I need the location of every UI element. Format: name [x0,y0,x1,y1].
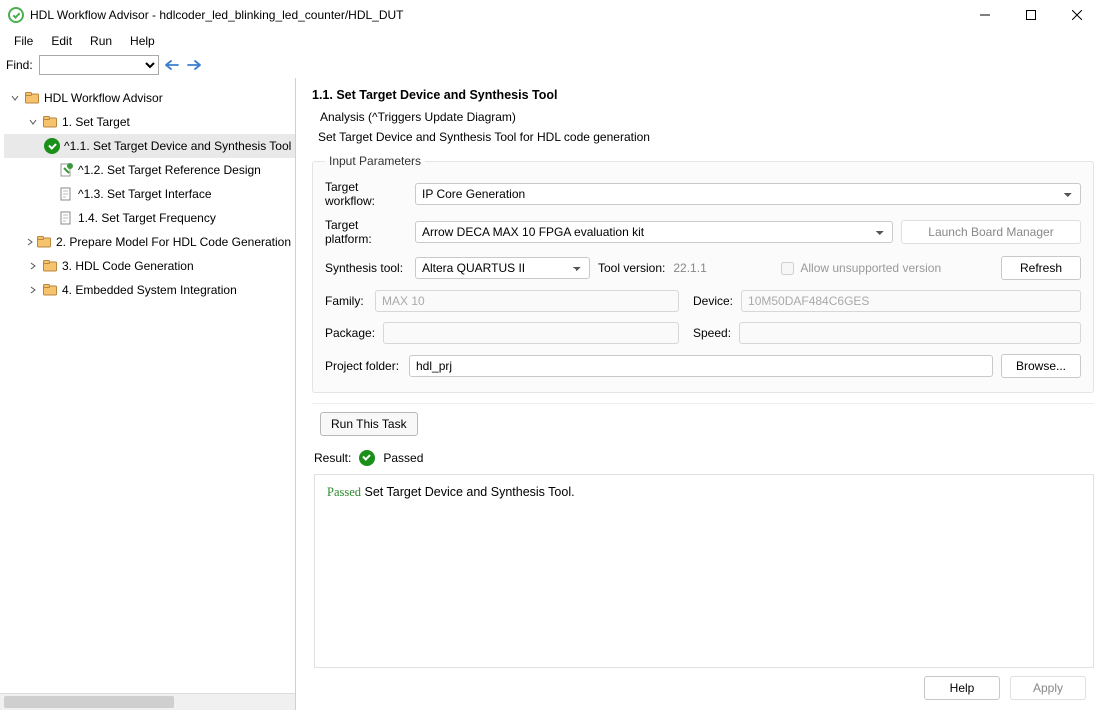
family-label: Family: [325,294,367,308]
result-log: Passed Set Target Device and Synthesis T… [314,474,1094,668]
folder-icon [42,114,58,130]
result-label: Result: [314,451,351,465]
task-pane: 1.1. Set Target Device and Synthesis Too… [296,78,1104,710]
launch-board-manager-button[interactable]: Launch Board Manager [901,220,1081,244]
folder-icon [42,258,58,274]
tree-node-1-4[interactable]: 1.4. Set Target Frequency [4,206,295,230]
menu-run[interactable]: Run [82,32,120,50]
analysis-subtitle: Analysis (^Triggers Update Diagram) [306,108,1104,130]
result-status: Passed [383,451,423,465]
tool-version-value: 22.1.1 [673,261,773,275]
synthesis-tool-label: Synthesis tool: [325,261,407,275]
maximize-button[interactable] [1008,0,1054,30]
pass-icon [359,450,375,466]
find-next-button[interactable] [185,56,203,74]
tool-version-label: Tool version: [598,261,665,275]
chevron-down-icon[interactable] [8,94,22,102]
tree-label: 1. Set Target [62,112,130,132]
tree-label: 3. HDL Code Generation [62,256,194,276]
target-workflow-select[interactable]: IP Core Generation [415,183,1081,205]
close-button[interactable] [1054,0,1100,30]
device-label: Device: [693,294,733,308]
tree-label: 2. Prepare Model For HDL Code Generation [56,232,291,252]
menu-help[interactable]: Help [122,32,163,50]
folder-icon [36,234,52,250]
tree-node-3[interactable]: 3. HDL Code Generation [4,254,295,278]
tree-node-4[interactable]: 4. Embedded System Integration [4,278,295,302]
tree-node-1[interactable]: 1. Set Target [4,110,295,134]
help-button[interactable]: Help [924,676,1000,700]
target-platform-label: Target platform: [325,218,407,246]
refresh-button[interactable]: Refresh [1001,256,1081,280]
tree-label: ^1.1. Set Target Device and Synthesis To… [64,136,291,156]
run-this-task-button[interactable]: Run This Task [320,412,418,436]
menu-edit[interactable]: Edit [43,32,80,50]
pass-icon [44,138,60,154]
find-label: Find: [6,58,33,72]
page-icon [58,210,74,226]
navigator-pane: HDL Workflow Advisor 1. Set Target ^1.1.… [0,78,296,710]
app-icon [8,7,24,23]
tree-node-2[interactable]: 2. Prepare Model For HDL Code Generation [4,230,295,254]
tree-label: HDL Workflow Advisor [44,88,163,108]
log-message: Set Target Device and Synthesis Tool. [361,485,575,499]
horizontal-scrollbar[interactable] [0,693,295,710]
browse-button[interactable]: Browse... [1001,354,1081,378]
device-select: 10M50DAF484C6GES [741,290,1081,312]
log-passed-word: Passed [327,485,361,499]
find-input[interactable] [39,55,159,75]
family-select: MAX 10 [375,290,679,312]
tree-label: 4. Embedded System Integration [62,280,237,300]
package-select [383,322,679,344]
page-title: 1.1. Set Target Device and Synthesis Too… [306,78,1104,108]
target-workflow-label: Target workflow: [325,180,407,208]
speed-label: Speed: [693,326,731,340]
minimize-button[interactable] [962,0,1008,30]
modified-page-icon [58,162,74,178]
input-parameters-legend: Input Parameters [325,154,425,168]
tree-node-1-3[interactable]: ^1.3. Set Target Interface [4,182,295,206]
folder-icon [42,282,58,298]
page-icon [58,186,74,202]
page-description: Set Target Device and Synthesis Tool for… [306,130,1104,154]
speed-select [739,322,1081,344]
synthesis-tool-select[interactable]: Altera QUARTUS II [415,257,590,279]
chevron-down-icon[interactable] [26,118,40,126]
find-bar: Find: [0,52,1104,78]
tree-node-1-1[interactable]: ^1.1. Set Target Device and Synthesis To… [4,134,295,158]
tree-label: 1.4. Set Target Frequency [78,208,216,228]
project-folder-label: Project folder: [325,359,401,373]
package-label: Package: [325,326,375,340]
menu-file[interactable]: File [6,32,41,50]
tree-label: ^1.3. Set Target Interface [78,184,212,204]
allow-unsupported-checkbox[interactable]: Allow unsupported version [781,261,941,275]
input-parameters-group: Input Parameters Target workflow: IP Cor… [312,154,1094,393]
apply-button[interactable]: Apply [1010,676,1086,700]
window-title: HDL Workflow Advisor - hdlcoder_led_blin… [30,8,962,22]
find-prev-button[interactable] [163,56,181,74]
title-bar: HDL Workflow Advisor - hdlcoder_led_blin… [0,0,1104,30]
folder-icon [24,90,40,106]
project-folder-input[interactable] [409,355,993,377]
chevron-right-icon[interactable] [26,238,34,246]
chevron-right-icon[interactable] [26,262,40,270]
tree-root[interactable]: HDL Workflow Advisor [4,86,295,110]
chevron-right-icon[interactable] [26,286,40,294]
target-platform-select[interactable]: Arrow DECA MAX 10 FPGA evaluation kit [415,221,893,243]
tree-label: ^1.2. Set Target Reference Design [78,160,261,180]
tree-node-1-2[interactable]: ^1.2. Set Target Reference Design [4,158,295,182]
menu-bar: File Edit Run Help [0,30,1104,52]
task-tree[interactable]: HDL Workflow Advisor 1. Set Target ^1.1.… [0,78,295,693]
